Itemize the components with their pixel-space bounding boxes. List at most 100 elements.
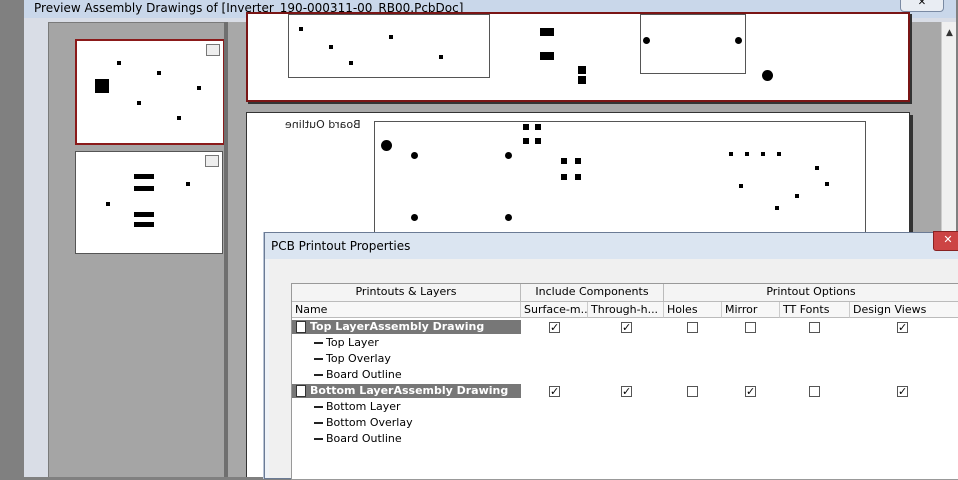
sheet-top-assembly <box>246 12 910 102</box>
layer-label: Board Outline <box>326 432 402 445</box>
header-printouts-layers: Printouts & Layers <box>292 284 521 302</box>
component-pad <box>745 152 749 156</box>
column-holes[interactable]: Holes <box>664 302 722 318</box>
layer-row[interactable]: Bottom Layer <box>314 399 401 415</box>
component-pad <box>795 194 799 198</box>
thumbnail-component <box>95 79 109 93</box>
layer-dash-icon <box>314 422 323 424</box>
thumbnail-component <box>134 212 154 217</box>
component-pad <box>729 152 733 156</box>
mounting-hole <box>762 70 773 81</box>
checkbox-design-views[interactable]: ✓ <box>897 322 908 333</box>
thumbnail-component <box>137 101 141 105</box>
layer-label: Bottom Overlay <box>326 416 413 429</box>
component-pad <box>578 66 586 74</box>
component-pad <box>775 206 779 210</box>
board-drawing <box>288 14 490 78</box>
header-printout-options: Printout Options <box>664 284 958 302</box>
board-outline-label: Board Outline <box>285 118 361 131</box>
thumbnail-pane <box>48 22 226 477</box>
thumbnail-bottom-assembly[interactable] <box>75 151 223 254</box>
column-surface-mount[interactable]: Surface-m... <box>521 302 588 318</box>
thumbnail-component <box>157 71 161 75</box>
thumbnail-component <box>134 186 154 191</box>
component-pad <box>540 52 554 60</box>
preview-close-button[interactable]: ✕ <box>900 0 944 12</box>
page-icon <box>205 155 219 167</box>
component-pad <box>535 138 541 144</box>
component-pad <box>389 35 393 39</box>
component-pad <box>578 76 586 84</box>
component-pad <box>575 174 581 180</box>
dialog-title: PCB Printout Properties <box>271 239 411 253</box>
component-pad <box>561 174 567 180</box>
printout-name: Bottom LayerAssembly Drawing <box>310 384 509 397</box>
component-pad <box>523 138 529 144</box>
layer-label: Bottom Layer <box>326 400 401 413</box>
checkbox-tt-fonts[interactable] <box>809 386 820 397</box>
printout-name: Top LayerAssembly Drawing <box>310 320 485 333</box>
thumbnail-component <box>134 174 154 179</box>
checkbox-mirror[interactable] <box>745 322 756 333</box>
layer-row[interactable]: Board Outline <box>314 367 402 383</box>
component-pad <box>439 55 443 59</box>
document-icon <box>296 385 306 397</box>
pcb-printout-properties-dialog: PCB Printout Properties ✕ Printouts & La… <box>264 231 958 480</box>
layer-label: Top Overlay <box>326 352 391 365</box>
printout-row-bottom-assembly[interactable]: Bottom LayerAssembly Drawing <box>292 384 521 398</box>
component-pad <box>349 61 353 65</box>
checkbox-through-hole[interactable]: ✓ <box>621 386 632 397</box>
layer-row[interactable]: Top Layer <box>314 335 379 351</box>
component-pad <box>575 158 581 164</box>
component-pad <box>761 152 765 156</box>
component-pad <box>777 152 781 156</box>
layer-dash-icon <box>314 406 323 408</box>
component-pad <box>299 27 303 31</box>
layer-dash-icon <box>314 374 323 376</box>
mounting-hole <box>411 214 418 221</box>
page-icon <box>206 44 220 56</box>
printout-row-top-assembly[interactable]: Top LayerAssembly Drawing <box>292 320 521 334</box>
layer-dash-icon <box>314 438 323 440</box>
column-mirror[interactable]: Mirror <box>722 302 780 318</box>
column-name[interactable]: Name <box>292 302 521 318</box>
thumbnail-top-assembly[interactable] <box>75 39 225 145</box>
dialog-body: Printouts & Layers Include Components Pr… <box>269 259 958 480</box>
layer-row[interactable]: Top Overlay <box>314 351 391 367</box>
mounting-hole <box>505 214 512 221</box>
layer-row[interactable]: Bottom Overlay <box>314 415 413 431</box>
dialog-close-button[interactable]: ✕ <box>933 231 958 251</box>
mounting-hole <box>411 152 418 159</box>
mounting-hole <box>381 140 392 151</box>
component-pad <box>329 45 333 49</box>
component-pad <box>825 182 829 186</box>
checkbox-holes[interactable] <box>687 322 698 333</box>
column-tt-fonts[interactable]: TT Fonts <box>780 302 850 318</box>
mounting-hole <box>505 152 512 159</box>
thumbnail-component <box>186 182 190 186</box>
header-include-components: Include Components <box>521 284 664 302</box>
scroll-up-icon[interactable]: ▲ <box>942 28 956 40</box>
document-icon <box>296 321 306 333</box>
column-design-views[interactable]: Design Views <box>850 302 958 318</box>
thumbnail-component <box>134 222 154 227</box>
layer-dash-icon <box>314 342 323 344</box>
thumbnail-component <box>197 86 201 90</box>
component-pad <box>535 124 541 130</box>
layer-dash-icon <box>314 358 323 360</box>
checkbox-holes[interactable] <box>687 386 698 397</box>
component-pad <box>523 124 529 130</box>
column-through-hole[interactable]: Through-h... <box>588 302 664 318</box>
checkbox-surface-mount[interactable]: ✓ <box>549 386 560 397</box>
checkbox-tt-fonts[interactable] <box>809 322 820 333</box>
checkbox-surface-mount[interactable]: ✓ <box>549 322 560 333</box>
checkbox-mirror[interactable]: ✓ <box>745 386 756 397</box>
thumbnail-component <box>106 202 110 206</box>
component-pad <box>739 184 743 188</box>
layer-label: Board Outline <box>326 368 402 381</box>
checkbox-design-views[interactable]: ✓ <box>897 386 908 397</box>
component-pad <box>540 28 554 36</box>
checkbox-through-hole[interactable]: ✓ <box>621 322 632 333</box>
layer-row[interactable]: Board Outline <box>314 431 402 447</box>
layer-label: Top Layer <box>326 336 379 349</box>
